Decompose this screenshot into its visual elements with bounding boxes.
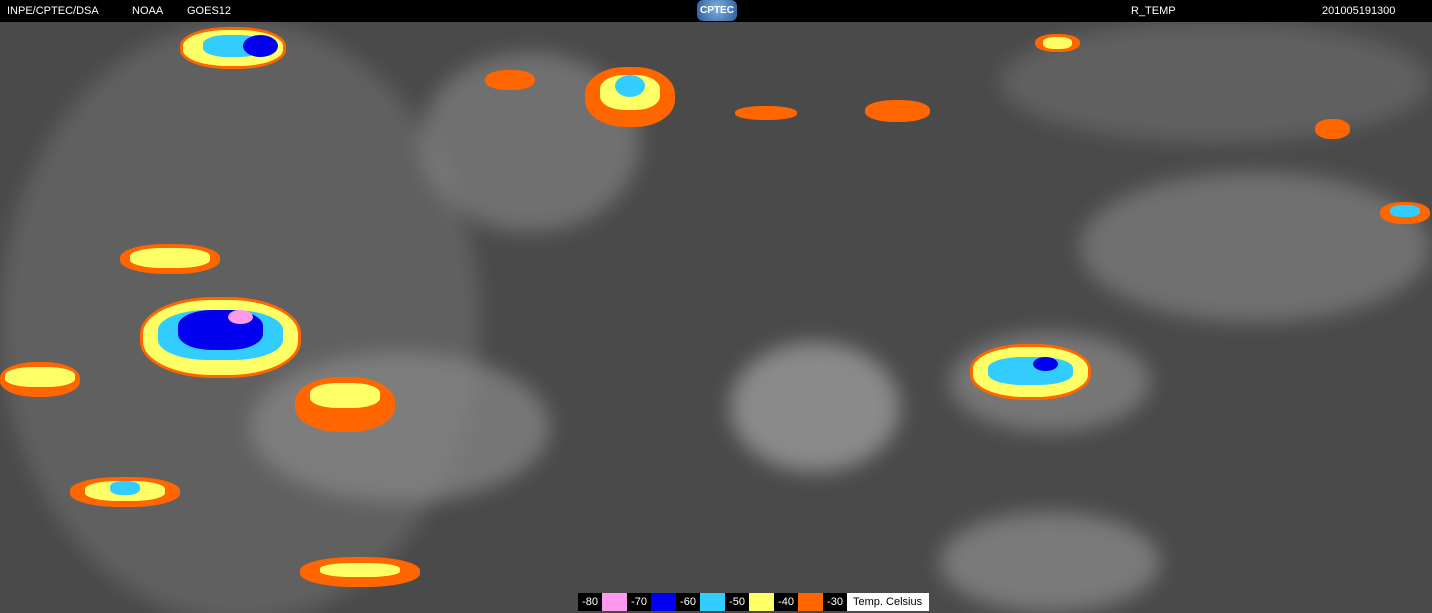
storm-cell bbox=[735, 106, 797, 120]
legend-label: -70 bbox=[627, 593, 651, 611]
storm-cell bbox=[120, 244, 220, 274]
storm-cell bbox=[970, 344, 1091, 400]
legend-label: -60 bbox=[676, 593, 700, 611]
datetime-label: 201005191300 bbox=[1322, 5, 1396, 17]
satellite-image bbox=[0, 22, 1432, 613]
storm-cell bbox=[1035, 34, 1080, 52]
source-label: NOAA bbox=[132, 5, 164, 17]
legend-label: -30 bbox=[823, 593, 847, 611]
storm-cell bbox=[485, 70, 535, 90]
legend-unit: Temp. Celsius bbox=[847, 593, 929, 611]
storm-cell bbox=[180, 27, 286, 69]
legend-label: -40 bbox=[774, 593, 798, 611]
storm-cell bbox=[295, 377, 395, 432]
legend-label: -80 bbox=[578, 593, 602, 611]
legend-label: -50 bbox=[725, 593, 749, 611]
storm-cell bbox=[865, 100, 930, 122]
storm-cell bbox=[1315, 119, 1350, 139]
legend-swatch-orange bbox=[798, 593, 823, 611]
storm-cell bbox=[140, 297, 301, 378]
storm-cell bbox=[70, 477, 180, 507]
cptec-logo: CPTEC bbox=[697, 0, 737, 21]
legend-swatch-pink bbox=[602, 593, 627, 611]
storm-cell bbox=[0, 362, 80, 397]
legend-swatch-cyan bbox=[700, 593, 725, 611]
header-bar: INPE/CPTEC/DSA NOAA GOES12 CPTEC R_TEMP … bbox=[0, 0, 1432, 22]
legend-swatch-yellow bbox=[749, 593, 774, 611]
product-label: R_TEMP bbox=[1131, 5, 1176, 17]
storm-cell bbox=[1380, 202, 1430, 224]
legend-swatch-blue bbox=[651, 593, 676, 611]
temperature-legend: -80 -70 -60 -50 -40 -30 Temp. Celsius bbox=[578, 593, 929, 611]
satellite-label: GOES12 bbox=[187, 5, 232, 17]
storm-cell bbox=[300, 557, 420, 587]
agency-label: INPE/CPTEC/DSA bbox=[7, 5, 99, 17]
storm-cell bbox=[585, 67, 675, 127]
